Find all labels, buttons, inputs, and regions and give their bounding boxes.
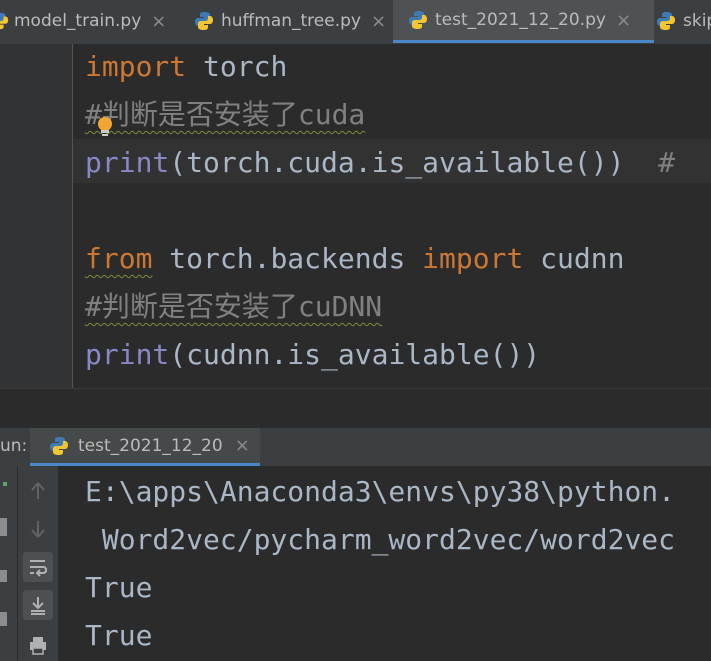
- close-icon[interactable]: ×: [151, 11, 166, 32]
- pin-icon[interactable]: [0, 612, 7, 626]
- code-text: torch: [186, 50, 288, 83]
- tab-label: huffman_tree.py: [221, 11, 361, 31]
- code-text: torch.backends: [152, 242, 423, 275]
- code-line-3[interactable]: print(torch.cuda.is_available()) #: [85, 143, 675, 183]
- code-text: (torch.cuda.is_available()): [169, 146, 659, 179]
- builtin-print: print: [85, 146, 170, 179]
- python-file-icon: [657, 12, 675, 30]
- keyword-from: from: [85, 242, 153, 275]
- code-text: cudnn: [523, 242, 625, 275]
- run-status-dot: [3, 482, 7, 486]
- code-editor[interactable]: import torch #判断是否安装了cuda print(torch.cu…: [0, 44, 711, 388]
- code-text: (cudnn.is_available()): [169, 338, 541, 371]
- python-file-icon: [195, 12, 213, 30]
- tab-label: test_2021_12_20.py: [435, 10, 606, 30]
- down-arrow-icon[interactable]: [23, 514, 53, 544]
- run-tool-window-header: un: test_2021_12_20 ×: [0, 428, 711, 467]
- stop-icon[interactable]: [0, 518, 7, 536]
- console-line-2: Word2vec/pycharm_word2vec/word2vec: [85, 523, 676, 556]
- run-label: un:: [0, 436, 28, 456]
- comment: #: [658, 146, 676, 179]
- close-icon[interactable]: ×: [371, 11, 386, 32]
- tab-model-train[interactable]: model_train.py ×: [0, 0, 166, 42]
- print-icon[interactable]: [23, 630, 53, 660]
- close-icon[interactable]: ×: [616, 10, 631, 31]
- tab-skip[interactable]: skip: [655, 0, 711, 42]
- comment: #判断是否安装了cuDNN: [85, 290, 383, 323]
- python-file-icon: [50, 436, 68, 455]
- code-line-6[interactable]: #判断是否安装了cuDNN: [85, 287, 382, 327]
- close-icon[interactable]: ×: [235, 435, 250, 456]
- code-line-1[interactable]: import torch: [85, 47, 287, 87]
- comment: #判断是否安装了cuda: [85, 98, 366, 131]
- tab-label: skip: [683, 11, 711, 31]
- editor-gutter[interactable]: [0, 44, 73, 388]
- editor-run-separator[interactable]: [0, 388, 711, 429]
- run-left-strip: [0, 466, 18, 661]
- keyword-import: import: [422, 242, 524, 275]
- python-file-icon: [409, 11, 427, 29]
- editor-tab-bar: model_train.py × huffman_tree.py × test_…: [0, 0, 711, 44]
- code-line-5[interactable]: from torch.backends import cudnn: [85, 239, 624, 279]
- run-config-tab[interactable]: test_2021_12_20 ×: [30, 428, 260, 466]
- builtin-print: print: [85, 338, 170, 371]
- keyword-import: import: [85, 50, 187, 83]
- tab-test-2021-12-20[interactable]: test_2021_12_20.py ×: [393, 0, 654, 43]
- console-toolbar: [18, 466, 58, 661]
- console-line-3: True: [85, 571, 153, 604]
- code-line-2[interactable]: #判断是否安装了cuda: [85, 95, 365, 135]
- soft-wrap-icon[interactable]: [23, 552, 53, 582]
- tab-huffman-tree[interactable]: huffman_tree.py ×: [193, 0, 386, 42]
- console-line-4: True: [85, 619, 153, 652]
- tab-label: model_train.py: [14, 11, 142, 31]
- intention-bulb-icon[interactable]: [96, 115, 114, 139]
- settings-icon[interactable]: [0, 570, 7, 582]
- scroll-to-end-icon[interactable]: [23, 590, 53, 620]
- code-line-7[interactable]: print(cudnn.is_available()): [85, 335, 540, 375]
- up-arrow-icon[interactable]: [23, 476, 53, 506]
- run-tab-label: test_2021_12_20: [78, 435, 223, 456]
- python-file-icon: [0, 12, 9, 30]
- run-console[interactable]: E:\apps\Anaconda3\envs\py38\python. Word…: [0, 466, 711, 661]
- console-line-1: E:\apps\Anaconda3\envs\py38\python.: [85, 475, 676, 508]
